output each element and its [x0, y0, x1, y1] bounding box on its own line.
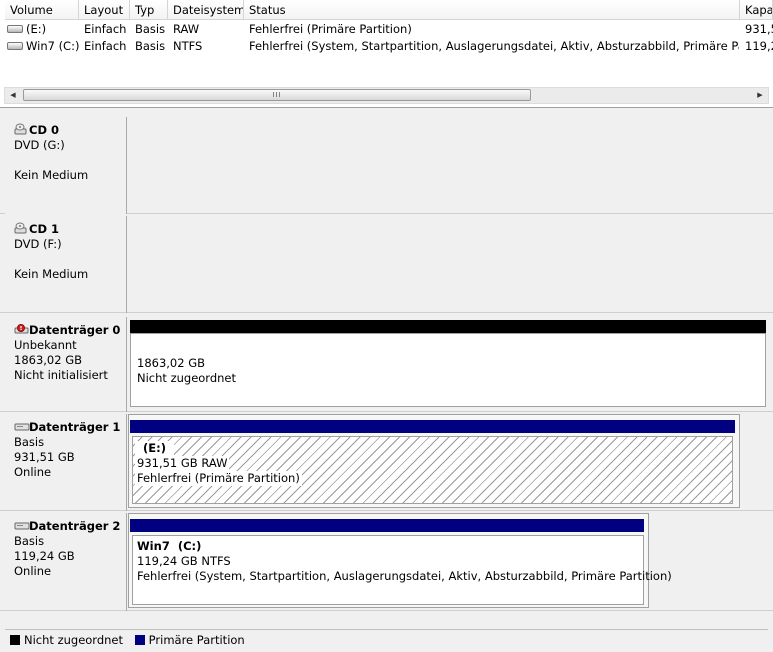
legend-swatch-primary	[134, 634, 145, 645]
legend-swatch-unallocated	[10, 634, 20, 645]
filesystem-cell: RAW	[173, 22, 200, 36]
disk-detail: Unbekannt	[14, 338, 77, 352]
layout-cell: Einfach	[84, 22, 127, 36]
table-row[interactable]: Win7 (C:) Einfach Basis NTFS Fehlerfrei …	[0, 38, 773, 55]
partition-area: 1863,02 GB Nicht zugeordnet	[128, 319, 771, 409]
column-header-layout[interactable]: Layout	[79, 0, 130, 20]
disk-map[interactable]: CD 0 DVD (G:) Kein Medium CD 1 DVD (F:) …	[0, 113, 773, 627]
horizontal-scrollbar[interactable]: ◀ III ▶	[4, 87, 769, 104]
drive-icon	[7, 41, 23, 50]
disk-label-datentraeger-0[interactable]: Datenträger 0 Unbekannt 1863,02 GB Nicht…	[5, 317, 127, 412]
disk-detail: DVD (F:)	[14, 237, 62, 251]
disk-name: CD 1	[29, 222, 59, 236]
scroll-left-button[interactable]: ◀	[5, 88, 21, 103]
column-header-typ[interactable]: Typ	[130, 0, 168, 20]
disk-detail: Basis	[14, 435, 45, 449]
disk-detail: 1863,02 GB	[14, 353, 83, 367]
disk-name: Datenträger 2	[29, 519, 121, 533]
disk-label-datentraeger-1[interactable]: Datenträger 1 Basis 931,51 GB Online	[5, 414, 127, 511]
disk-label-cd0[interactable]: CD 0 DVD (G:) Kein Medium	[5, 117, 127, 214]
disk-row-cd1: CD 1 DVD (F:) Kein Medium	[0, 214, 773, 313]
column-header-dateisystem[interactable]: Dateisystem	[168, 0, 244, 20]
disk-name: CD 0	[29, 123, 59, 137]
disk-icon	[14, 420, 30, 432]
disk-detail: Basis	[14, 534, 45, 548]
filesystem-cell: NTFS	[173, 39, 203, 53]
disk-detail: Nicht initialisiert	[14, 368, 108, 382]
typ-cell: Basis	[135, 22, 166, 36]
legend-label: Primäre Partition	[148, 633, 245, 647]
layout-cell: Einfach	[84, 39, 127, 53]
volume-name: Win7 (C:)	[26, 39, 79, 53]
partition-status: Fehlerfrei (Primäre Partition)	[135, 471, 302, 486]
disk-name: Datenträger 1	[29, 420, 121, 434]
disk-detail: Online	[14, 564, 52, 578]
column-header-status[interactable]: Status	[244, 0, 740, 20]
partition-size: 1863,02 GB	[137, 356, 206, 370]
disk-detail: Online	[14, 465, 52, 479]
legend: Nicht zugeordnet Primäre Partition	[5, 629, 768, 650]
legend-label: Nicht zugeordnet	[24, 633, 124, 647]
status-cell: Fehlerfrei (Primäre Partition)	[249, 22, 412, 36]
table-row[interactable]: (E:) Einfach Basis RAW Fehlerfrei (Primä…	[0, 21, 773, 38]
partition-bar-unallocated	[130, 320, 766, 333]
volume-cell: Win7 (C:)	[7, 38, 79, 55]
volume-cell: (E:)	[7, 21, 79, 38]
partition-size: 931,51 GB RAW	[135, 456, 230, 471]
typ-cell: Basis	[135, 39, 166, 53]
partition-title: Win7 (C:)	[137, 539, 202, 553]
cd-drive-icon	[14, 222, 27, 234]
disk-label-cd1[interactable]: CD 1 DVD (F:) Kein Medium	[5, 216, 127, 313]
disk-detail	[14, 252, 126, 267]
disk-icon	[14, 519, 30, 531]
scroll-right-button[interactable]: ▶	[752, 88, 768, 103]
column-header-kapazitaet[interactable]: Kapa	[740, 0, 773, 20]
disk-label-datentraeger-2[interactable]: Datenträger 2 Basis 119,24 GB Online	[5, 513, 127, 611]
scrollbar-thumb[interactable]: III	[23, 89, 531, 101]
partition-e[interactable]: (E:) 931,51 GB RAW Fehlerfrei (Primäre P…	[132, 436, 733, 504]
disk-detail: Kein Medium	[14, 168, 89, 182]
partition-area: Win7 (C:) 119,24 GB NTFS Fehlerfrei (Sys…	[128, 513, 771, 608]
drive-icon	[7, 24, 23, 33]
disk-name: Datenträger 0	[29, 323, 121, 337]
partition-area: (E:) 931,51 GB RAW Fehlerfrei (Primäre P…	[128, 414, 771, 508]
volume-name: (E:)	[26, 22, 47, 36]
disk-detail	[14, 153, 126, 168]
disk-row-cd0: CD 0 DVD (G:) Kein Medium	[0, 113, 773, 214]
cd-drive-icon	[14, 123, 27, 135]
disk-row-datentraeger-1: Datenträger 1 Basis 931,51 GB Online (E:…	[0, 412, 773, 511]
partition-bar-primary	[130, 519, 644, 532]
partition-status: Fehlerfrei (System, Startpartition, Ausl…	[137, 569, 672, 583]
disk-detail: 931,51 GB	[14, 450, 75, 464]
disk-detail: 119,24 GB	[14, 549, 75, 563]
capacity-cell: 119,2	[745, 39, 773, 53]
partition-size: 119,24 GB NTFS	[137, 554, 231, 568]
disk-row-datentraeger-2: Datenträger 2 Basis 119,24 GB Online Win…	[0, 511, 773, 611]
partition-title: (E:)	[135, 441, 174, 456]
disk-detail: DVD (G:)	[14, 138, 65, 152]
volume-list[interactable]: Volume Layout Typ Dateisystem Status Kap…	[0, 0, 773, 108]
status-cell: Fehlerfrei (System, Startpartition, Ausl…	[249, 39, 739, 53]
partition-bar-primary	[130, 420, 735, 433]
partition-status: Nicht zugeordnet	[137, 371, 237, 385]
partition-win7[interactable]: Win7 (C:) 119,24 GB NTFS Fehlerfrei (Sys…	[132, 535, 672, 605]
capacity-cell: 931,5	[745, 22, 773, 36]
column-header-volume[interactable]: Volume	[5, 0, 79, 20]
partition-unallocated[interactable]: 1863,02 GB Nicht zugeordnet	[130, 333, 766, 407]
disk-row-datentraeger-0: Datenträger 0 Unbekannt 1863,02 GB Nicht…	[0, 313, 773, 412]
disk-error-icon	[14, 323, 29, 335]
disk-detail: Kein Medium	[14, 267, 89, 281]
